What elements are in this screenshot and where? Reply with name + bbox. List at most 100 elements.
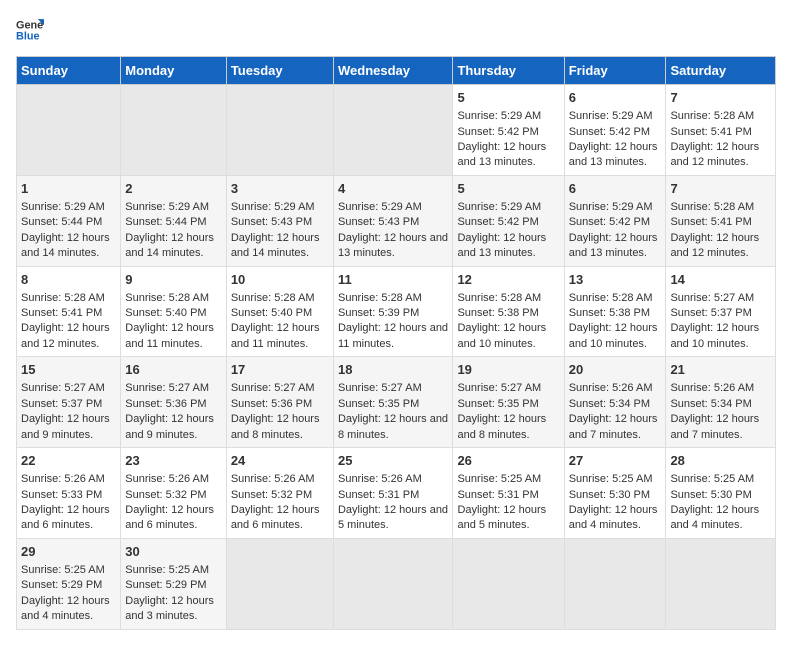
calendar-cell [226,538,333,629]
day-number: 5 [457,180,559,198]
cell-info: Sunrise: 5:26 AMSunset: 5:32 PMDaylight:… [231,473,320,531]
day-number: 9 [125,271,222,289]
day-number: 23 [125,452,222,470]
calendar-cell: 13 Sunrise: 5:28 AMSunset: 5:38 PMDayligh… [564,266,666,357]
day-number: 2 [125,180,222,198]
calendar-cell [333,85,452,176]
calendar-week-row: 22Sunrise: 5:26 AMSunset: 5:33 PMDayligh… [17,448,776,539]
cell-info: Sunrise: 5:27 AMSunset: 5:37 PMDaylight:… [670,292,759,350]
cell-info: Sunrise: 5:28 AMSunset: 5:41 PMDaylight:… [670,201,759,259]
day-number: 15 [21,361,116,379]
calendar-cell: 2 Sunrise: 5:29 AMSunset: 5:44 PMDaylight… [121,175,227,266]
cell-info: Sunrise: 5:29 AMSunset: 5:44 PMDaylight:… [125,201,214,259]
calendar-week-row: 29 Sunrise: 5:25 AMSunset: 5:29 PMDayligh… [17,538,776,629]
calendar-cell: 10 Sunrise: 5:28 AMSunset: 5:40 PMDayligh… [226,266,333,357]
day-number: 13 [569,271,662,289]
cell-info: Sunrise: 5:26 AMSunset: 5:34 PMDaylight:… [569,382,658,440]
calendar-cell: 25Sunrise: 5:26 AMSunset: 5:31 PMDayligh… [333,448,452,539]
calendar-cell: 29 Sunrise: 5:25 AMSunset: 5:29 PMDayligh… [17,538,121,629]
day-number: 26 [457,452,559,470]
cell-info: Sunrise: 5:25 AMSunset: 5:31 PMDaylight:… [457,473,546,531]
logo-icon: General Blue [16,16,44,44]
calendar-week-row: 8Sunrise: 5:28 AMSunset: 5:41 PMDaylight… [17,266,776,357]
calendar-cell: 3 Sunrise: 5:29 AMSunset: 5:43 PMDaylight… [226,175,333,266]
calendar-cell: 5Sunrise: 5:29 AMSunset: 5:42 PMDaylight… [453,85,564,176]
page-header: General Blue [16,16,776,44]
header-tuesday: Tuesday [226,57,333,85]
day-number: 29 [21,543,116,561]
day-number: 30 [125,543,222,561]
calendar-cell: 12Sunrise: 5:28 AMSunset: 5:38 PMDayligh… [453,266,564,357]
day-number: 4 [338,180,448,198]
calendar-cell: 6Sunrise: 5:29 AMSunset: 5:42 PMDaylight… [564,85,666,176]
header-thursday: Thursday [453,57,564,85]
calendar-cell [226,85,333,176]
cell-info: Sunrise: 5:25 AMSunset: 5:30 PMDaylight:… [670,473,759,531]
calendar-cell: 19Sunrise: 5:27 AMSunset: 5:35 PMDayligh… [453,357,564,448]
cell-info: Sunrise: 5:26 AMSunset: 5:32 PMDaylight:… [125,473,214,531]
day-number: 28 [670,452,771,470]
calendar-cell: 9Sunrise: 5:28 AMSunset: 5:40 PMDaylight… [121,266,227,357]
day-number: 18 [338,361,448,379]
day-number: 10 [231,271,329,289]
day-number: 24 [231,452,329,470]
calendar-week-row: 5Sunrise: 5:29 AMSunset: 5:42 PMDaylight… [17,85,776,176]
cell-info: Sunrise: 5:28 AMSunset: 5:38 PMDaylight:… [569,292,658,350]
cell-info: Sunrise: 5:28 AMSunset: 5:39 PMDaylight:… [338,292,448,350]
day-number: 3 [231,180,329,198]
cell-info: Sunrise: 5:29 AMSunset: 5:42 PMDaylight:… [457,201,546,259]
calendar-cell [666,538,776,629]
day-number: 27 [569,452,662,470]
calendar-cell: 6Sunrise: 5:29 AMSunset: 5:42 PMDaylight… [564,175,666,266]
calendar-cell [564,538,666,629]
cell-info: Sunrise: 5:27 AMSunset: 5:36 PMDaylight:… [125,382,214,440]
calendar-week-row: 15 Sunrise: 5:27 AMSunset: 5:37 PMDayligh… [17,357,776,448]
calendar-cell: 28 Sunrise: 5:25 AMSunset: 5:30 PMDayligh… [666,448,776,539]
day-number: 12 [457,271,559,289]
day-number: 6 [569,89,662,107]
calendar-cell: 22Sunrise: 5:26 AMSunset: 5:33 PMDayligh… [17,448,121,539]
calendar-cell: 18 Sunrise: 5:27 AMSunset: 5:35 PMDayligh… [333,357,452,448]
calendar-cell: 1Sunrise: 5:29 AMSunset: 5:44 PMDaylight… [17,175,121,266]
cell-info: Sunrise: 5:28 AMSunset: 5:41 PMDaylight:… [21,292,110,350]
calendar-cell: 4 Sunrise: 5:29 AMSunset: 5:43 PMDaylight… [333,175,452,266]
calendar-cell: 20Sunrise: 5:26 AMSunset: 5:34 PMDayligh… [564,357,666,448]
logo: General Blue [16,16,48,44]
day-number: 1 [21,180,116,198]
day-number: 14 [670,271,771,289]
calendar-table: SundayMondayTuesdayWednesdayThursdayFrid… [16,56,776,630]
cell-info: Sunrise: 5:27 AMSunset: 5:36 PMDaylight:… [231,382,320,440]
calendar-cell: 26 Sunrise: 5:25 AMSunset: 5:31 PMDayligh… [453,448,564,539]
day-number: 11 [338,271,448,289]
day-number: 7 [670,180,771,198]
calendar-cell: 30 Sunrise: 5:25 AMSunset: 5:29 PMDayligh… [121,538,227,629]
calendar-cell: 27 Sunrise: 5:25 AMSunset: 5:30 PMDayligh… [564,448,666,539]
day-number: 21 [670,361,771,379]
day-number: 22 [21,452,116,470]
cell-info: Sunrise: 5:29 AMSunset: 5:43 PMDaylight:… [338,201,448,259]
cell-info: Sunrise: 5:25 AMSunset: 5:29 PMDaylight:… [21,564,110,622]
day-number: 17 [231,361,329,379]
header-saturday: Saturday [666,57,776,85]
cell-info: Sunrise: 5:25 AMSunset: 5:30 PMDaylight:… [569,473,658,531]
cell-info: Sunrise: 5:29 AMSunset: 5:43 PMDaylight:… [231,201,320,259]
calendar-cell: 24 Sunrise: 5:26 AMSunset: 5:32 PMDayligh… [226,448,333,539]
calendar-cell: 8Sunrise: 5:28 AMSunset: 5:41 PMDaylight… [17,266,121,357]
cell-info: Sunrise: 5:25 AMSunset: 5:29 PMDaylight:… [125,564,214,622]
calendar-cell: 7Sunrise: 5:28 AMSunset: 5:41 PMDaylight… [666,85,776,176]
cell-info: Sunrise: 5:27 AMSunset: 5:37 PMDaylight:… [21,382,110,440]
cell-info: Sunrise: 5:28 AMSunset: 5:40 PMDaylight:… [231,292,320,350]
calendar-cell: 23 Sunrise: 5:26 AMSunset: 5:32 PMDayligh… [121,448,227,539]
calendar-cell: 5 Sunrise: 5:29 AMSunset: 5:42 PMDaylight… [453,175,564,266]
day-number: 16 [125,361,222,379]
calendar-cell [453,538,564,629]
cell-info: Sunrise: 5:28 AMSunset: 5:41 PMDaylight:… [670,110,759,168]
calendar-cell: 7 Sunrise: 5:28 AMSunset: 5:41 PMDaylight… [666,175,776,266]
calendar-header-row: SundayMondayTuesdayWednesdayThursdayFrid… [17,57,776,85]
header-monday: Monday [121,57,227,85]
header-friday: Friday [564,57,666,85]
cell-info: Sunrise: 5:29 AMSunset: 5:42 PMDaylight:… [457,110,546,168]
cell-info: Sunrise: 5:29 AMSunset: 5:42 PMDaylight:… [569,201,658,259]
cell-info: Sunrise: 5:26 AMSunset: 5:34 PMDaylight:… [670,382,759,440]
cell-info: Sunrise: 5:27 AMSunset: 5:35 PMDaylight:… [338,382,448,440]
